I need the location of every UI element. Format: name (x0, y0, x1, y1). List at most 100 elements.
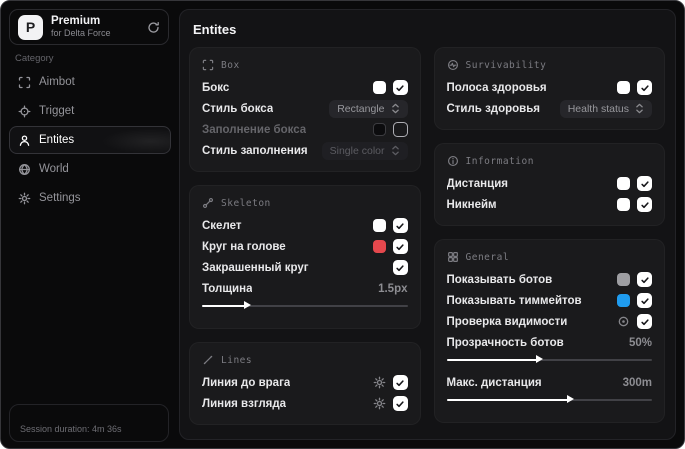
slider[interactable] (446, 355, 652, 364)
sidebar-item-label: Entites (39, 134, 75, 146)
sidebar-item-world[interactable]: World (9, 155, 171, 183)
setting-row: Бокс (202, 77, 408, 98)
sidebar-item-entites[interactable]: Entites (9, 126, 171, 154)
sidebar-item-settings[interactable]: Settings (9, 184, 171, 212)
card-skeleton: Skeleton Скелет Круг на голове Закрашенный … (189, 185, 421, 329)
checkbox[interactable] (392, 122, 408, 137)
sync-icon[interactable] (147, 21, 160, 34)
checkbox[interactable] (392, 396, 408, 411)
setting-row: Проверка видимости (447, 311, 652, 332)
row-controls (617, 197, 652, 212)
color-swatch[interactable] (372, 123, 386, 136)
slider-thumb[interactable] (566, 395, 574, 403)
brand-title: Premium (51, 15, 101, 28)
checkbox[interactable] (637, 314, 652, 329)
setting-row: Прозрачность ботов 50% (447, 332, 653, 353)
row-controls (617, 80, 652, 95)
setting-row: Никнейм (446, 194, 652, 215)
row-label: Дистанция (446, 177, 508, 190)
sidebar: P Premium for Delta Force Category Aimbo… (1, 1, 179, 448)
card-header: General (447, 251, 653, 263)
card-information: Information Дистанция Никнейм (433, 143, 665, 226)
slider-fill (446, 398, 570, 401)
row-controls (617, 314, 652, 329)
card-title: Skeleton (221, 197, 271, 209)
gear-icon[interactable] (373, 376, 386, 389)
updown-icon (391, 103, 400, 114)
row-controls (392, 260, 408, 275)
gear-icon[interactable] (373, 397, 386, 410)
dropdown-select[interactable]: Health status (559, 99, 652, 118)
row-label: Стиль здоровья (446, 102, 541, 115)
checkbox[interactable] (637, 176, 652, 191)
card-header: Box (202, 59, 408, 71)
dropdown-value: Health status (567, 102, 629, 115)
checkbox[interactable] (392, 218, 408, 233)
row-controls (373, 396, 408, 411)
updown-icon (391, 145, 400, 156)
app-logo: P (18, 14, 43, 40)
slider-thumb[interactable] (244, 301, 252, 309)
card-title: Lines (221, 354, 253, 366)
card-title: Information (465, 155, 534, 167)
row-label: Закрашенный круг (202, 261, 309, 274)
row-label: Толщина (202, 282, 253, 295)
checkbox[interactable] (637, 80, 652, 95)
globe-icon (18, 163, 31, 176)
crosshair-icon (18, 105, 31, 118)
color-swatch[interactable] (372, 240, 386, 253)
slider[interactable] (446, 395, 652, 404)
slider-value: 50% (628, 336, 652, 349)
sidebar-item-aimbot[interactable]: Aimbot (9, 68, 171, 96)
setting-row: Макс. дистанция 300m (447, 372, 653, 393)
slider-value: 1.5px (378, 282, 408, 295)
category-label: Category (15, 53, 54, 64)
setting-row: Дистанция (446, 173, 652, 194)
row-label: Прозрачность ботов (446, 336, 564, 349)
color-swatch[interactable] (617, 177, 630, 190)
dropdown-value: Single color (329, 144, 385, 157)
slider-thumb[interactable] (535, 355, 543, 363)
card-title: Box (221, 59, 240, 71)
checkbox[interactable] (637, 293, 652, 308)
bone-icon (202, 197, 214, 209)
color-swatch[interactable] (617, 198, 630, 211)
visibility-icon[interactable] (617, 315, 630, 328)
grid-icon (447, 251, 459, 263)
row-controls (372, 122, 408, 137)
row-controls (373, 375, 408, 390)
row-label: Круг на голове (202, 240, 286, 253)
card-survivability: Survivability Полоса здоровья Стиль здоров… (433, 47, 665, 130)
main-panel: Entites Box Бокс Стиль бокса Rectangle Запол… (179, 9, 676, 440)
checkbox[interactable] (392, 80, 408, 95)
card-header: Skeleton (202, 197, 408, 209)
row-controls (372, 218, 408, 233)
color-swatch[interactable] (617, 81, 630, 94)
dropdown-select[interactable]: Single color (321, 141, 408, 160)
color-swatch[interactable] (372, 81, 386, 94)
dropdown-select[interactable]: Rectangle (329, 99, 408, 118)
row-controls: Rectangle (329, 99, 408, 118)
row-label: Полоса здоровья (446, 81, 547, 94)
card-lines: Lines Линия до врага Линия взгляда (189, 342, 421, 425)
column-right: Survivability Полоса здоровья Стиль здоров… (433, 47, 665, 425)
checkbox[interactable] (392, 260, 408, 275)
row-label: Бокс (202, 81, 230, 94)
checkbox[interactable] (392, 375, 408, 390)
row-label: Никнейм (446, 198, 497, 211)
setting-row: Полоса здоровья (446, 77, 652, 98)
app-window: P Premium for Delta Force Category Aimbo… (0, 0, 685, 449)
setting-row: Линия взгляда (202, 393, 408, 414)
checkbox[interactable] (637, 197, 652, 212)
checkbox[interactable] (392, 239, 408, 254)
row-controls (372, 239, 408, 254)
updown-icon (635, 103, 644, 114)
color-swatch[interactable] (617, 273, 630, 286)
card-general: General Показывать ботов Показывать тиммей… (433, 239, 665, 423)
row-controls (617, 293, 652, 308)
sidebar-item-trigget[interactable]: Trigget (9, 97, 171, 125)
color-swatch[interactable] (372, 219, 386, 232)
slider[interactable] (202, 301, 408, 310)
color-swatch[interactable] (617, 294, 630, 307)
checkbox[interactable] (637, 272, 652, 287)
